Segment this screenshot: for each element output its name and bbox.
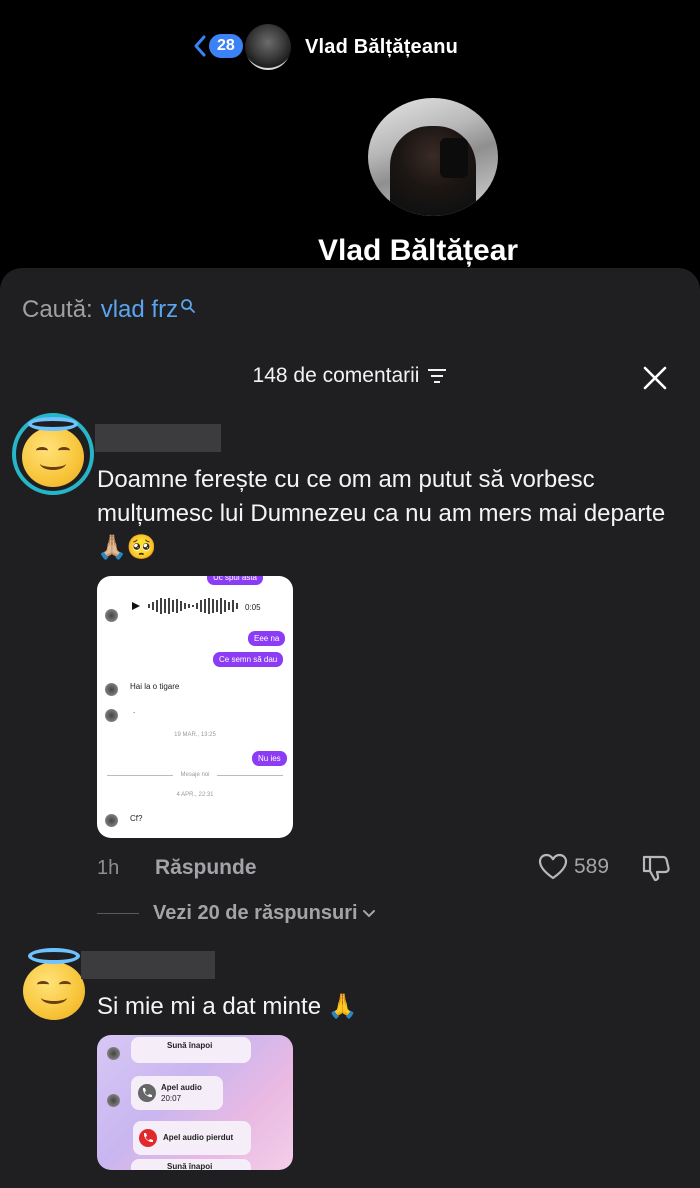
divider bbox=[97, 913, 139, 914]
profile-photo-phone bbox=[440, 138, 468, 178]
commenter-avatar[interactable] bbox=[20, 948, 88, 1020]
chevron-left-icon bbox=[194, 35, 206, 57]
call-label: Apel audio bbox=[161, 1083, 202, 1092]
smiling-face-with-halo-icon bbox=[23, 962, 85, 1020]
commenter-avatar[interactable] bbox=[12, 413, 94, 495]
sort-filter-icon[interactable] bbox=[427, 368, 447, 384]
comment-count-row: 148 de comentarii bbox=[0, 364, 700, 388]
chat-avatar bbox=[105, 683, 118, 696]
reply-button[interactable]: Răspunde bbox=[155, 856, 257, 880]
header-name[interactable]: Vlad Bălțățeanu bbox=[305, 36, 458, 59]
like-button[interactable]: 589 bbox=[538, 853, 609, 881]
heart-icon bbox=[538, 853, 568, 880]
chat-avatar bbox=[105, 609, 118, 622]
chat-avatar bbox=[105, 814, 118, 827]
comment-actions: 1h Răspunde 589 bbox=[97, 853, 677, 883]
search-icon bbox=[181, 299, 195, 313]
face-eye bbox=[58, 447, 70, 454]
audio-call-card: Apel audio 20:07 bbox=[131, 1076, 223, 1110]
face-eye bbox=[59, 981, 71, 988]
voice-duration: 0:05 bbox=[245, 603, 261, 612]
face-eye bbox=[36, 447, 48, 454]
back-button[interactable]: 28 bbox=[193, 34, 243, 58]
redacted-username bbox=[81, 951, 215, 979]
missed-call-card: Apel audio pierdut bbox=[133, 1121, 251, 1155]
profile-avatar[interactable] bbox=[368, 98, 498, 216]
face-eye bbox=[37, 981, 49, 988]
chat-timestamp: 19 MAR., 13:25 bbox=[174, 732, 216, 738]
thumbs-down-icon[interactable] bbox=[640, 853, 672, 883]
call-time: 20:07 bbox=[161, 1094, 182, 1103]
like-count: 589 bbox=[574, 855, 610, 878]
chat-bubble-sent: Eee na bbox=[248, 631, 286, 646]
view-replies-row[interactable]: Vezi 20 de răspunsuri bbox=[97, 902, 376, 925]
chat-bubble-received: Cf? bbox=[130, 814, 143, 823]
chat-avatar bbox=[107, 1094, 120, 1107]
voice-waveform bbox=[148, 598, 238, 614]
halo-icon bbox=[28, 948, 80, 964]
phone-icon bbox=[138, 1084, 156, 1102]
halo-icon bbox=[28, 417, 78, 431]
face-mouth bbox=[41, 991, 67, 1004]
comment-text: Doamne ferește cu ce om am putut să vorb… bbox=[97, 466, 666, 561]
missed-call-icon bbox=[139, 1129, 157, 1147]
chat-avatar bbox=[105, 709, 118, 722]
profile-name: Vlad Băltățear bbox=[318, 234, 518, 267]
header-avatar[interactable] bbox=[245, 24, 291, 70]
comments-sheet: Caută: vlad frz 148 de comentarii Doamne… bbox=[0, 268, 700, 1188]
chevron-down-icon bbox=[362, 909, 375, 917]
view-replies-button[interactable]: Vezi 20 de răspunsuri bbox=[153, 902, 358, 925]
divider bbox=[217, 775, 283, 776]
comment-count: 148 de comentarii bbox=[252, 364, 420, 387]
comment-text: Si mie mi a dat minte 🙏 bbox=[97, 993, 358, 1020]
chat-bubble-sent: Ce semn să dau bbox=[213, 652, 284, 667]
chat-timestamp: 4 APR., 22:31 bbox=[176, 792, 214, 798]
close-icon[interactable] bbox=[642, 365, 668, 391]
chat-header: 28 Vlad Bălțățeanu bbox=[0, 22, 700, 72]
unread-count-badge: 28 bbox=[209, 34, 243, 58]
chat-avatar bbox=[107, 1047, 120, 1060]
callback-row: Sună înapoi bbox=[131, 1159, 251, 1170]
comment-image-attachment[interactable]: Sună înapoi Apel audio 20:07 Apel audio … bbox=[97, 1035, 293, 1170]
chat-bubble-received: Hai la o tigare bbox=[130, 682, 180, 691]
search-label: Caută: bbox=[22, 296, 93, 323]
smiling-face-with-halo-icon bbox=[22, 427, 84, 487]
search-term-link[interactable]: vlad frz bbox=[101, 296, 178, 324]
face-mouth bbox=[40, 457, 66, 470]
chat-bubble-sent: Uc spui asta bbox=[206, 576, 264, 585]
missed-call-label: Apel audio pierdut bbox=[163, 1133, 234, 1142]
chat-bubble-sent: Nu ies bbox=[252, 751, 287, 766]
callback-row: Sună înapoi bbox=[131, 1037, 251, 1063]
play-icon bbox=[132, 602, 140, 610]
redacted-username bbox=[95, 424, 221, 452]
comment-image-attachment[interactable]: Uc spui asta 0:05 Eee na Ce semn să dau … bbox=[97, 576, 293, 838]
chat-bubble-received: . bbox=[133, 706, 136, 715]
comment-time: 1h bbox=[97, 857, 120, 879]
search-suggestion[interactable]: Caută: vlad frz bbox=[22, 296, 196, 324]
